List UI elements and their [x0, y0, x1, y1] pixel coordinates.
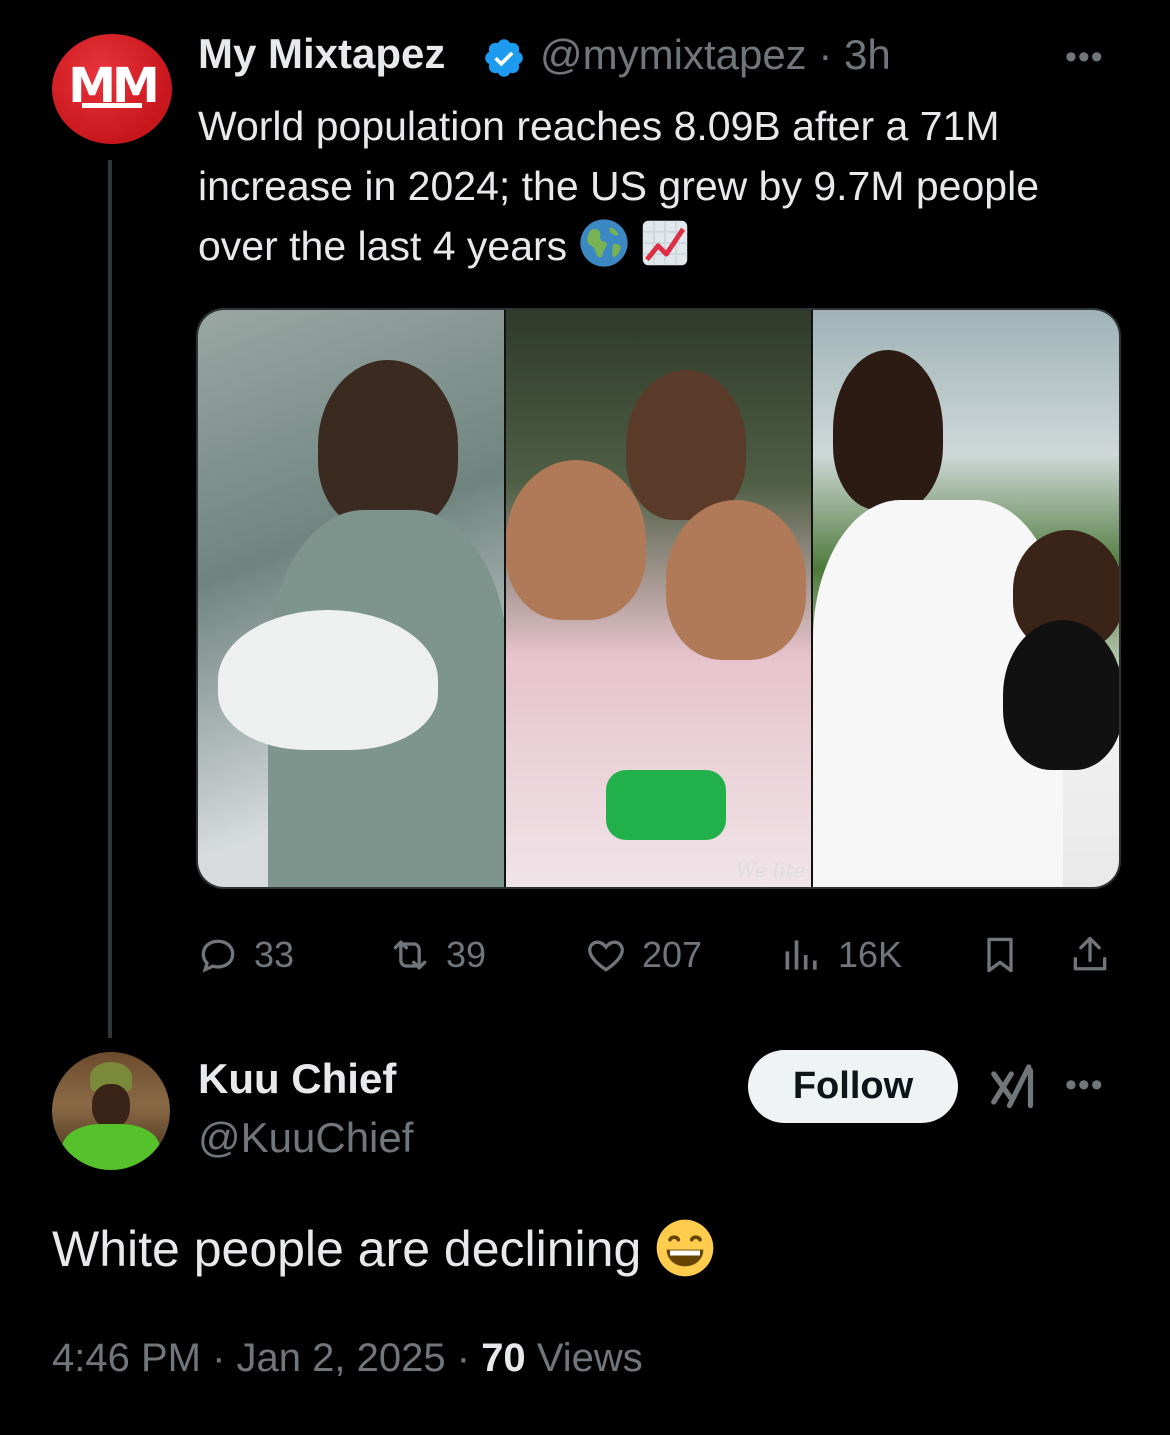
analytics-icon: [785, 940, 817, 970]
repost-count: 39: [446, 934, 487, 975]
avatar-jacket: [62, 1124, 160, 1170]
like-count: 207: [642, 934, 703, 975]
reply-icon: [201, 939, 235, 973]
share-button[interactable]: [1068, 925, 1112, 985]
chart-increasing-icon: [642, 220, 688, 266]
more-options-button[interactable]: •••: [1065, 38, 1104, 77]
grok-icon[interactable]: [985, 1060, 1041, 1116]
photo-subject: [833, 350, 944, 510]
separator-dot: ·: [456, 1336, 471, 1380]
avatar-face: [92, 1084, 130, 1128]
bookmark-button[interactable]: [978, 925, 1022, 985]
media-grid[interactable]: We lite: [196, 308, 1121, 889]
reply-views-label: Views: [536, 1336, 643, 1380]
tweet-text: World population reaches 8.09B after a 7…: [198, 96, 1128, 276]
photo-watermark: We lite: [735, 858, 806, 882]
heart-icon: [588, 940, 624, 972]
reply-views-count: 70: [481, 1336, 526, 1380]
photo-father-baby-field[interactable]: [813, 310, 1119, 887]
repost-icon: [393, 940, 427, 970]
author-name[interactable]: My Mixtapez: [198, 30, 445, 78]
photo-green-shorts: [605, 770, 726, 840]
separator-dot: ·: [212, 1336, 226, 1380]
reply-author-name[interactable]: Kuu Chief: [198, 1055, 396, 1103]
verified-badge-icon: [485, 39, 523, 77]
photo-father-twins[interactable]: We lite: [503, 310, 814, 887]
photo-baby: [218, 610, 438, 750]
mymixtapez-avatar[interactable]: MM: [52, 34, 172, 144]
reply-count: 33: [254, 934, 295, 975]
bookmark-icon: [987, 937, 1013, 973]
reply-body: White people are declining: [52, 1221, 642, 1277]
author-handle: @mymixtapez: [540, 31, 807, 78]
like-action[interactable]: 207: [584, 925, 702, 985]
reply-time[interactable]: 4:46 PM: [52, 1336, 201, 1380]
repost-action[interactable]: 39: [388, 925, 486, 985]
share-icon: [1073, 936, 1107, 971]
photo-father-bottle-feeding[interactable]: [198, 310, 504, 887]
reply-meta: 4:46 PM · Jan 2, 2025 · 70 Views: [52, 1336, 643, 1381]
reply-action[interactable]: 33: [196, 925, 294, 985]
avatar-logo-bar: [82, 103, 142, 108]
photo-subject: [625, 370, 746, 520]
author-handle-and-time[interactable]: @mymixtapez · 3h: [540, 31, 891, 79]
reply-author-handle[interactable]: @KuuChief: [198, 1114, 413, 1162]
kuuchief-avatar[interactable]: [52, 1052, 170, 1170]
follow-button[interactable]: Follow: [748, 1050, 958, 1123]
grinning-face-icon: [656, 1219, 714, 1277]
thread-line: [108, 160, 112, 1038]
photo-baby: [505, 460, 646, 620]
photo-subject: [318, 360, 458, 530]
photo-baby: [665, 500, 806, 660]
reply-text: White people are declining: [52, 1218, 715, 1278]
separator-dot: ·: [818, 31, 833, 78]
globe-americas-icon: [579, 219, 628, 267]
reply-date[interactable]: Jan 2, 2025: [237, 1336, 446, 1380]
post-age: 3h: [844, 31, 891, 78]
reply-more-options-button[interactable]: •••: [1065, 1066, 1104, 1105]
views-action[interactable]: 16K: [780, 925, 902, 985]
view-count: 16K: [838, 934, 903, 975]
photo-baby-outfit: [1003, 620, 1119, 770]
